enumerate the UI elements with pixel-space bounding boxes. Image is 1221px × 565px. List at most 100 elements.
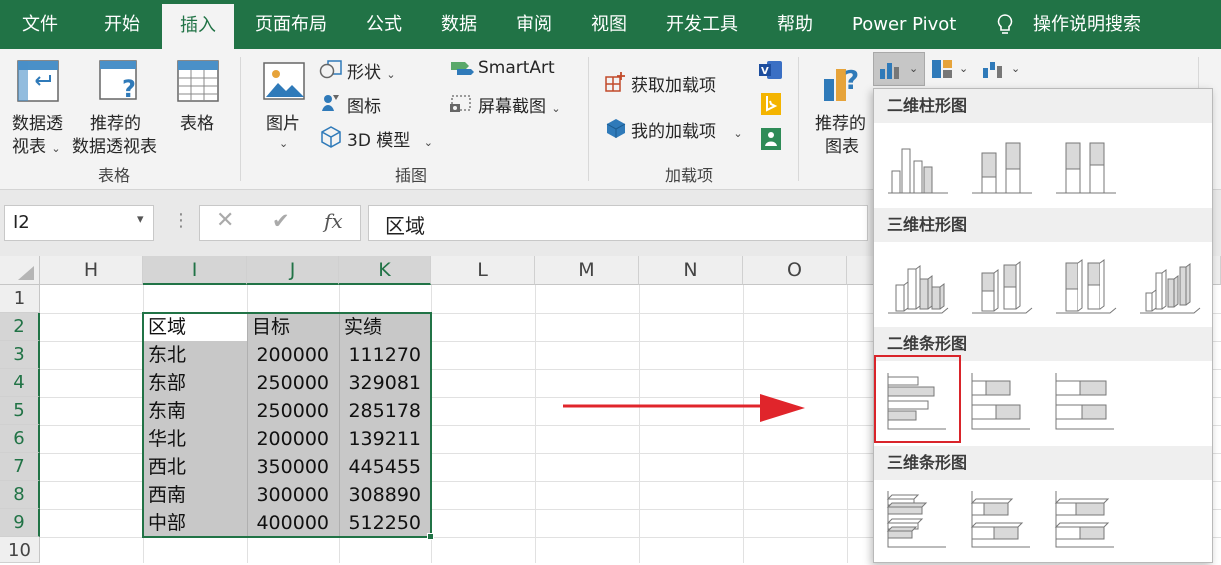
3d-column-icon[interactable] [1138,257,1202,319]
smartart-icon[interactable] [449,59,475,79]
3d-clustered-bar-icon[interactable] [886,489,950,553]
tab-file[interactable]: 文件 [22,0,58,49]
shapes-label[interactable]: 形状 ⌄ [347,58,396,83]
table-label[interactable]: 表格 [180,109,214,134]
3d-stacked-bar-icon[interactable] [970,489,1034,553]
clustered-column-icon[interactable] [886,139,950,199]
tab-developer[interactable]: 开发工具 [666,0,738,49]
tab-power-pivot[interactable]: Power Pivot [852,0,956,49]
row-header-8[interactable]: 8 [0,481,40,509]
recommended-charts-label-2[interactable]: 图表 [825,132,859,157]
people-graph-icon[interactable] [760,127,782,151]
table-cell-region[interactable]: 华北 [143,425,247,453]
recommended-charts-label-1[interactable]: 推荐的 [815,109,866,134]
row-header-4[interactable]: 4 [0,369,40,397]
picture-icon[interactable] [262,59,306,103]
tab-review[interactable]: 审阅 [516,0,552,49]
3d-model-icon[interactable] [319,125,343,149]
waterfall-chart-icon[interactable] [981,58,1007,80]
col-header-i[interactable]: I [143,256,247,285]
col-header-j[interactable]: J [247,256,339,285]
my-addins-label[interactable]: 我的加载项 ⌄ [631,117,743,142]
100-stacked-column-icon[interactable] [1054,139,1118,199]
table-cell-region[interactable]: 中部 [143,509,247,537]
bing-icon[interactable] [760,92,782,116]
recommended-pivot-icon[interactable]: ? [98,59,144,105]
smartart-label[interactable]: SmartArt [478,58,555,78]
screenshot-icon[interactable] [449,93,473,115]
insert-function-icon[interactable]: fx [324,209,343,233]
table-icon[interactable] [176,59,220,103]
row-header-5[interactable]: 5 [0,397,40,425]
icons-icon[interactable] [319,91,343,113]
100-stacked-bar-icon[interactable] [1054,371,1118,431]
row-header-3[interactable]: 3 [0,341,40,369]
table-cell-target[interactable]: 350000 [247,453,339,481]
table-cell-actual[interactable]: 285178 [339,397,431,425]
my-addins-icon[interactable] [604,117,628,139]
tab-help[interactable]: 帮助 [777,0,813,49]
table-cell-region[interactable]: 西北 [143,453,247,481]
col-header-k[interactable]: K [339,256,431,285]
row-header-2[interactable]: 2 [0,313,40,341]
tell-me-search[interactable]: 操作说明搜索 [1033,0,1141,49]
table-cell-region[interactable]: 东北 [143,341,247,369]
table-cell-region[interactable]: 东部 [143,369,247,397]
drag-handle-icon[interactable]: ⋮ [172,210,190,231]
col-header-n[interactable]: N [639,256,743,285]
cancel-icon[interactable]: ✕ [216,208,234,233]
table-header-cell[interactable]: 实绩 [339,313,431,341]
3d-stacked-column-icon[interactable] [970,257,1034,319]
table-cell-region[interactable]: 西南 [143,481,247,509]
tab-insert[interactable]: 插入 [162,4,234,49]
table-cell-actual[interactable]: 445455 [339,453,431,481]
recommended-pivot-label-2[interactable]: 数据透视表 [72,132,157,157]
table-cell-target[interactable]: 250000 [247,369,339,397]
tab-home[interactable]: 开始 [104,0,140,49]
table-cell-actual[interactable]: 111270 [339,341,431,369]
3d-100-stacked-bar-icon[interactable] [1054,489,1118,553]
get-addins-icon[interactable] [604,71,626,93]
recommended-pivot-label-1[interactable]: 推荐的 [90,109,141,134]
table-header-cell[interactable]: 区域 [143,313,247,341]
chevron-down-icon[interactable]: ⌄ [1011,62,1020,75]
screenshot-label[interactable]: 屏幕截图 ⌄ [478,92,561,117]
row-header-6[interactable]: 6 [0,425,40,453]
picture-label[interactable]: 图片 [266,109,300,134]
table-cell-actual[interactable]: 329081 [339,369,431,397]
hierarchy-chart-icon[interactable] [930,58,954,80]
row-header-9[interactable]: 9 [0,509,40,537]
table-cell-actual[interactable]: 512250 [339,509,431,537]
3d-clustered-column-icon[interactable] [886,257,950,319]
col-header-o[interactable]: O [743,256,847,285]
recommended-charts-icon[interactable]: ? [820,55,868,105]
get-addins-label[interactable]: 获取加载项 [631,71,716,96]
chevron-down-icon[interactable]: ▾ [137,212,144,227]
row-header-1[interactable]: 1 [0,285,40,313]
table-cell-target[interactable]: 250000 [247,397,339,425]
row-header-10[interactable]: 10 [0,537,40,563]
pivot-table-label-2[interactable]: 视表 ⌄ [12,132,61,157]
clustered-bar-icon[interactable] [886,371,950,431]
table-cell-target[interactable]: 300000 [247,481,339,509]
shapes-icon[interactable] [319,58,343,80]
chevron-down-icon[interactable]: ⌄ [959,62,968,75]
col-header-l[interactable]: L [431,256,535,285]
pivot-table-label-1[interactable]: 数据透 [12,109,63,134]
stacked-column-icon[interactable] [970,139,1034,199]
3d-model-label[interactable]: 3D 模型 ⌄ [347,126,433,151]
row-header-7[interactable]: 7 [0,453,40,481]
col-header-m[interactable]: M [535,256,639,285]
name-box[interactable]: I2 ▾ [4,205,154,241]
table-cell-target[interactable]: 400000 [247,509,339,537]
select-all-corner[interactable] [0,256,40,285]
table-cell-target[interactable]: 200000 [247,341,339,369]
picture-dropdown[interactable]: ⌄ [279,132,288,152]
tab-data[interactable]: 数据 [441,0,477,49]
tab-view[interactable]: 视图 [591,0,627,49]
table-cell-actual[interactable]: 308890 [339,481,431,509]
stacked-bar-icon[interactable] [970,371,1034,431]
visio-icon[interactable]: V [758,59,784,81]
formula-input[interactable]: 区域 [368,205,868,241]
table-cell-target[interactable]: 200000 [247,425,339,453]
